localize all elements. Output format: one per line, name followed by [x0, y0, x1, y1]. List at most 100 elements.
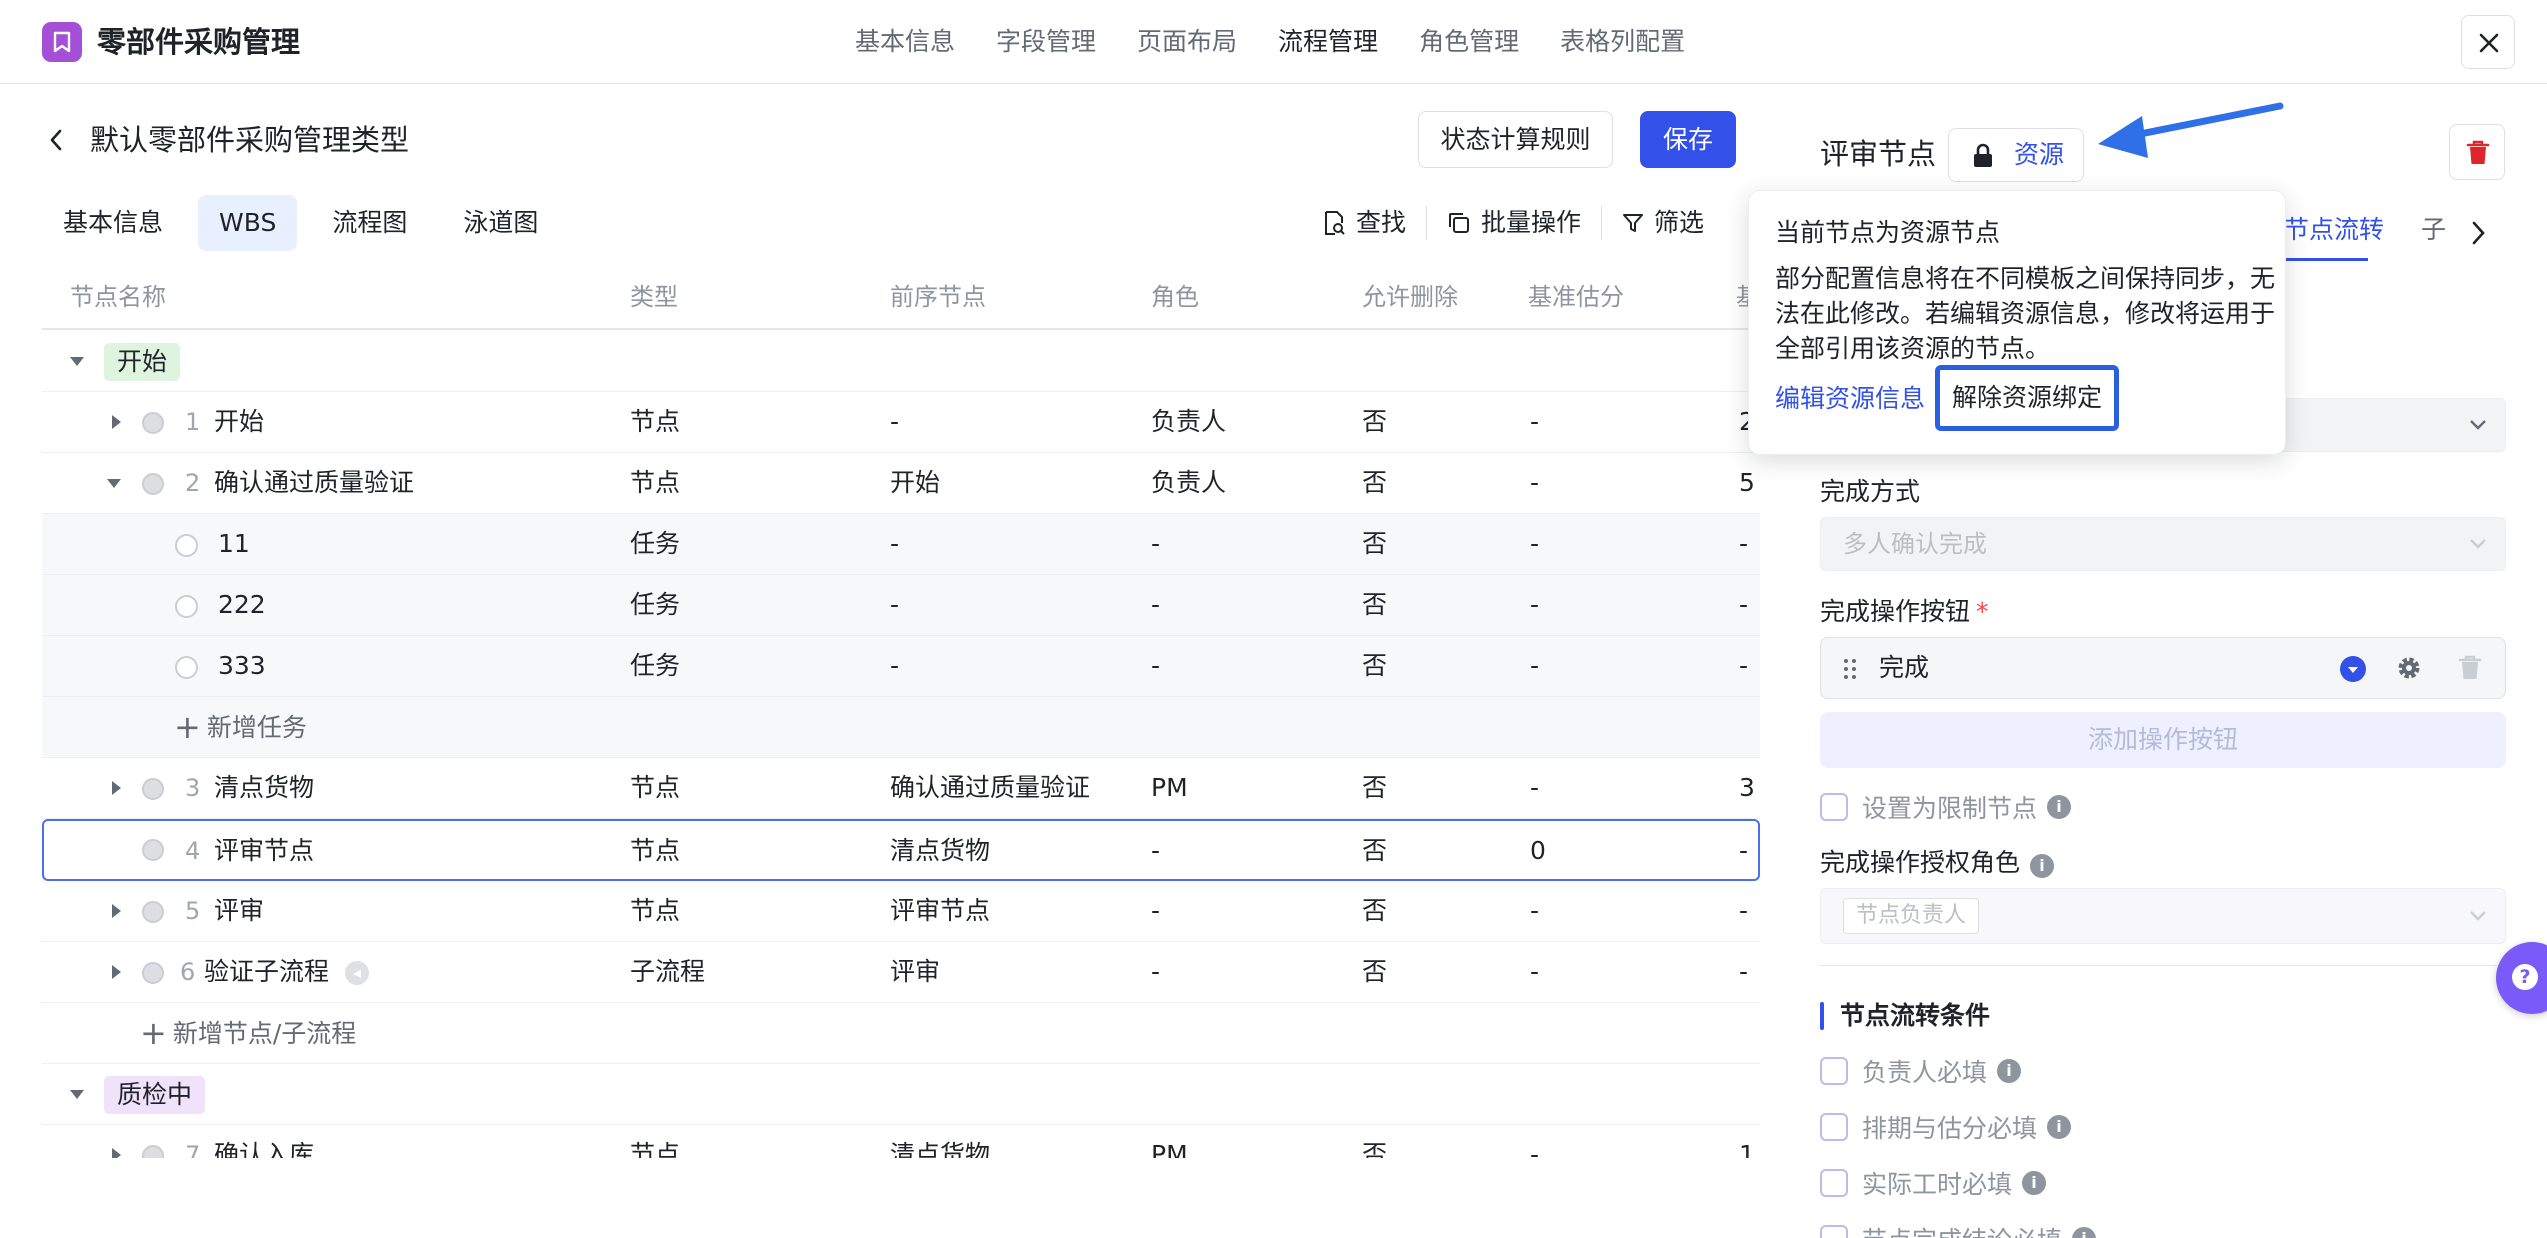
info-icon[interactable]: i: [2030, 854, 2055, 878]
task-row[interactable]: 333 任务 - - 否 - -: [42, 636, 1760, 697]
table-toolbar: 查找 批量操作 筛选: [1322, 200, 1704, 246]
task-checkbox[interactable]: [175, 656, 198, 679]
table-row[interactable]: 1 开始 节点 - 负责人 否 - 2: [42, 392, 1760, 453]
resource-button[interactable]: 资源: [1948, 128, 2084, 182]
close-button[interactable]: [2461, 15, 2515, 69]
nav-basic-info[interactable]: 基本信息: [855, 22, 955, 62]
condition-option[interactable]: 排期与估分必填 i: [1820, 1107, 2072, 1147]
node-number: 4: [185, 837, 201, 865]
tab-basic-info[interactable]: 基本信息: [42, 195, 184, 251]
condition-checkbox[interactable]: [1820, 1113, 1848, 1141]
task-name: 222: [218, 590, 266, 619]
trash-icon[interactable]: [2457, 654, 2483, 682]
chevron-right-icon[interactable]: [2470, 220, 2486, 246]
dropdown-circle-icon[interactable]: [2339, 655, 2367, 683]
find-button[interactable]: 查找: [1322, 200, 1406, 246]
caret-right-icon[interactable]: [108, 392, 124, 452]
table-row[interactable]: 3 清点货物 节点 确认通过质量验证 PM 否 - 3: [42, 758, 1760, 819]
task-row[interactable]: 222 任务 - - 否 - -: [42, 575, 1760, 636]
task-checkbox[interactable]: [175, 595, 198, 618]
add-node-button[interactable]: + 新增节点/子流程: [140, 1003, 356, 1064]
edit-resource-link[interactable]: 编辑资源信息: [1775, 381, 1925, 417]
save-button[interactable]: 保存: [1640, 111, 1736, 168]
caret-right-icon[interactable]: [108, 942, 124, 1002]
tab-node-flow[interactable]: 节点流转: [2284, 208, 2384, 252]
plus-icon: +: [140, 1014, 167, 1052]
node-type: 节点: [630, 836, 681, 865]
status-dot: [142, 901, 164, 923]
condition-checkbox[interactable]: [1820, 1225, 1848, 1238]
condition-option[interactable]: 实际工时必填 i: [1820, 1163, 2047, 1203]
node-number: 1: [185, 408, 201, 436]
caret-right-icon[interactable]: [108, 758, 124, 818]
drag-handle-icon[interactable]: [1843, 658, 1857, 680]
subprocess-link-icon[interactable]: ◂: [345, 961, 369, 985]
tab-wbs[interactable]: WBS: [198, 195, 298, 251]
tab-flowchart[interactable]: 流程图: [311, 195, 428, 251]
panel-tabs: 节点流转 子: [2284, 208, 2496, 261]
group-row-start[interactable]: 开始: [42, 331, 1760, 392]
restrict-node-option[interactable]: 设置为限制节点 i: [1820, 787, 2072, 827]
batch-operation-button[interactable]: 批量操作: [1447, 200, 1581, 246]
restrict-node-checkbox[interactable]: [1820, 793, 1848, 821]
delete-node-button[interactable]: [2449, 124, 2505, 180]
add-task-button[interactable]: + 新增任务: [174, 697, 307, 758]
task-checkbox[interactable]: [175, 534, 198, 557]
table-row[interactable]: 7 确认入库 节点 清点货物 PM 否 - 1: [42, 1125, 1760, 1158]
nav-process-management[interactable]: 流程管理: [1278, 22, 1378, 62]
nav-page-layout[interactable]: 页面布局: [1137, 22, 1237, 62]
table-row[interactable]: 5 评审 节点 评审节点 - 否 - -: [42, 881, 1760, 942]
nav-role-management[interactable]: 角色管理: [1419, 22, 1519, 62]
group-row-qc[interactable]: 质检中: [42, 1064, 1760, 1125]
node-type: 节点: [630, 896, 681, 925]
caret-right-icon[interactable]: [108, 881, 124, 941]
task-row[interactable]: 11 任务 - - 否 - -: [42, 514, 1760, 575]
auth-role-select[interactable]: 节点负责人: [1820, 888, 2506, 944]
info-icon[interactable]: i: [2022, 1171, 2047, 1195]
info-icon[interactable]: i: [2047, 795, 2072, 819]
tab-sub[interactable]: 子: [2421, 208, 2446, 252]
group-tag: 开始: [104, 343, 181, 381]
op-button-item[interactable]: 完成: [1820, 637, 2506, 699]
popover-body: 部分配置信息将在不同模板之间保持同步，无法在此修改。若编辑资源信息，修改将运用于…: [1775, 264, 2276, 363]
close-icon: [2479, 33, 2499, 53]
node-name: 评审节点: [214, 836, 315, 865]
node-allow-delete: 否: [1362, 773, 1388, 802]
task-role: -: [1151, 590, 1161, 619]
gear-icon[interactable]: [2395, 654, 2423, 682]
back-arrow-icon[interactable]: [44, 125, 68, 155]
condition-checkbox[interactable]: [1820, 1169, 1848, 1197]
tab-swimlane[interactable]: 泳道图: [442, 195, 559, 251]
nav-field-management[interactable]: 字段管理: [996, 22, 1096, 62]
lock-icon: [1974, 143, 1992, 167]
condition-checkbox[interactable]: [1820, 1057, 1848, 1085]
trash-icon: [2466, 140, 2490, 164]
caret-down-icon[interactable]: [105, 453, 123, 513]
col-baseline-estimate: 基准估分: [1528, 283, 1624, 311]
col-type: 类型: [630, 283, 678, 311]
node-extra: 3: [1739, 773, 1755, 802]
condition-option[interactable]: 节点完成结论必填 i: [1820, 1219, 2097, 1238]
unbind-resource-button[interactable]: 解除资源绑定: [1935, 365, 2119, 431]
filter-button[interactable]: 筛选: [1622, 200, 1704, 246]
info-icon[interactable]: i: [2047, 1115, 2072, 1139]
table-row-selected[interactable]: 4 评审节点 节点 清点货物 - 否 0 -: [42, 819, 1760, 881]
task-extra: -: [1739, 590, 1749, 619]
help-button[interactable]: ?: [2496, 942, 2547, 1014]
caret-down-icon[interactable]: [68, 331, 86, 391]
nav-table-column-config[interactable]: 表格列配置: [1560, 22, 1685, 62]
status-rule-button[interactable]: 状态计算规则: [1418, 111, 1613, 168]
completion-mode-select[interactable]: 多人确认完成: [1820, 517, 2506, 571]
condition-option[interactable]: 负责人必填 i: [1820, 1051, 2022, 1091]
table-row[interactable]: 2 确认通过质量验证 节点 开始 负责人 否 - 5: [42, 453, 1760, 514]
caret-right-icon[interactable]: [108, 1125, 124, 1158]
table-row[interactable]: 6 验证子流程 ◂ 子流程 评审 - 否 - -: [42, 942, 1760, 1003]
status-dot: [142, 839, 164, 861]
caret-down-icon[interactable]: [68, 1064, 86, 1124]
node-estimate: 0: [1530, 836, 1546, 865]
add-op-button[interactable]: 添加操作按钮: [1820, 712, 2506, 768]
node-prev: 清点货物: [890, 836, 991, 865]
info-icon[interactable]: i: [1997, 1059, 2022, 1083]
node-extra: -: [1739, 836, 1749, 865]
info-icon[interactable]: i: [2072, 1227, 2097, 1238]
